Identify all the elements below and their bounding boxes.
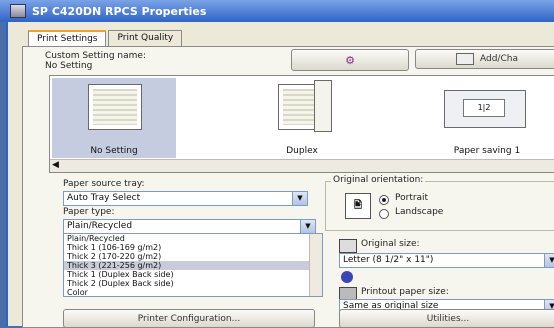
add-change-button[interactable]: Add/Cha: [415, 49, 554, 69]
printer-size-dot-icon: [341, 271, 353, 283]
custom-setting-icon-button[interactable]: ⚙: [291, 49, 409, 71]
printer-configuration-button[interactable]: Printer Configuration...: [63, 309, 315, 328]
landscape-radio[interactable]: [379, 209, 389, 219]
custom-setting-label: Custom Setting name:: [45, 51, 146, 61]
tab-print-quality[interactable]: Print Quality: [108, 30, 183, 47]
printout-size-label: Printout paper size:: [361, 287, 449, 297]
properties-dialog: Print Settings Print Quality Custom Sett…: [6, 22, 554, 328]
list-item[interactable]: Thick 2 (170-220 g/m2): [64, 252, 322, 261]
list-item[interactable]: Thick 1 (106-169 g/m2): [64, 243, 322, 252]
chevron-down-icon[interactable]: ▼: [544, 254, 554, 267]
preset-duplex-label: Duplex: [286, 146, 318, 156]
print-settings-panel: Custom Setting name: No Setting ⚙ Add/Ch…: [22, 46, 554, 328]
paper-type-select[interactable]: Plain/Recycled ▼: [63, 219, 316, 234]
paper-type-label: Paper type:: [63, 207, 115, 217]
chevron-down-icon[interactable]: ▼: [292, 192, 307, 205]
preset-paper-saving-pages: 1|2: [463, 99, 505, 117]
preset-duplex-back-page: [314, 80, 332, 132]
list-item[interactable]: Thick 2 (Duplex Back side): [64, 279, 322, 288]
printer-icon: [10, 4, 26, 18]
portrait-label[interactable]: Portrait: [395, 193, 428, 203]
custom-setting-icon: ⚙: [345, 53, 355, 67]
preset-thumbnail-list: No Setting Duplex 1|2 Paper saving 1 ◀: [49, 75, 554, 173]
add-change-label: Add/Cha: [480, 54, 518, 64]
preset-no-setting-label: No Setting: [90, 146, 138, 156]
chevron-down-icon[interactable]: ▼: [300, 220, 315, 233]
add-change-icon: [456, 53, 474, 65]
window-title: SP C420DN RPCS Properties: [32, 4, 207, 18]
preset-horizontal-scrollbar[interactable]: ◀: [50, 159, 554, 172]
paper-source-value: Auto Tray Select: [67, 193, 141, 203]
paper-type-value: Plain/Recycled: [67, 221, 133, 231]
custom-setting-value: No Setting: [45, 61, 93, 71]
original-size-icon: [339, 239, 357, 253]
paper-source-label: Paper source tray:: [63, 179, 145, 189]
title-bar: SP C420DN RPCS Properties: [0, 0, 554, 22]
list-item-selected[interactable]: Thick 3 (221-256 g/m2): [64, 261, 322, 270]
orientation-label: Original orientation:: [331, 175, 426, 185]
list-item[interactable]: Color: [64, 288, 322, 297]
preset-paper-saving[interactable]: 1|2 Paper saving 1: [422, 78, 552, 158]
scroll-left-icon[interactable]: ◀: [52, 160, 59, 170]
preset-no-setting[interactable]: No Setting: [52, 78, 176, 158]
orientation-preview-icon: 🖹: [345, 193, 371, 219]
list-item[interactable]: Thick 1 (Duplex Back side): [64, 270, 322, 279]
landscape-label[interactable]: Landscape: [395, 207, 443, 217]
paper-type-list[interactable]: Plain/Recycled Thick 1 (106-169 g/m2) Th…: [63, 233, 323, 297]
preset-duplex[interactable]: Duplex: [240, 78, 364, 158]
list-item[interactable]: Plain/Recycled: [64, 234, 322, 243]
original-size-value: Letter (8 1/2" x 11"): [343, 255, 434, 265]
original-size-select[interactable]: Letter (8 1/2" x 11") ▼: [339, 253, 554, 268]
utilities-button[interactable]: Utilities...: [339, 309, 554, 328]
preset-paper-saving-image: 1|2: [444, 90, 526, 128]
original-size-label: Original size:: [361, 239, 420, 249]
paper-type-scrollbar[interactable]: [309, 234, 322, 296]
portrait-radio[interactable]: [379, 195, 389, 205]
preset-paper-saving-label: Paper saving 1: [453, 146, 521, 156]
preset-no-setting-image: [88, 84, 142, 130]
paper-source-select[interactable]: Auto Tray Select ▼: [63, 191, 308, 206]
